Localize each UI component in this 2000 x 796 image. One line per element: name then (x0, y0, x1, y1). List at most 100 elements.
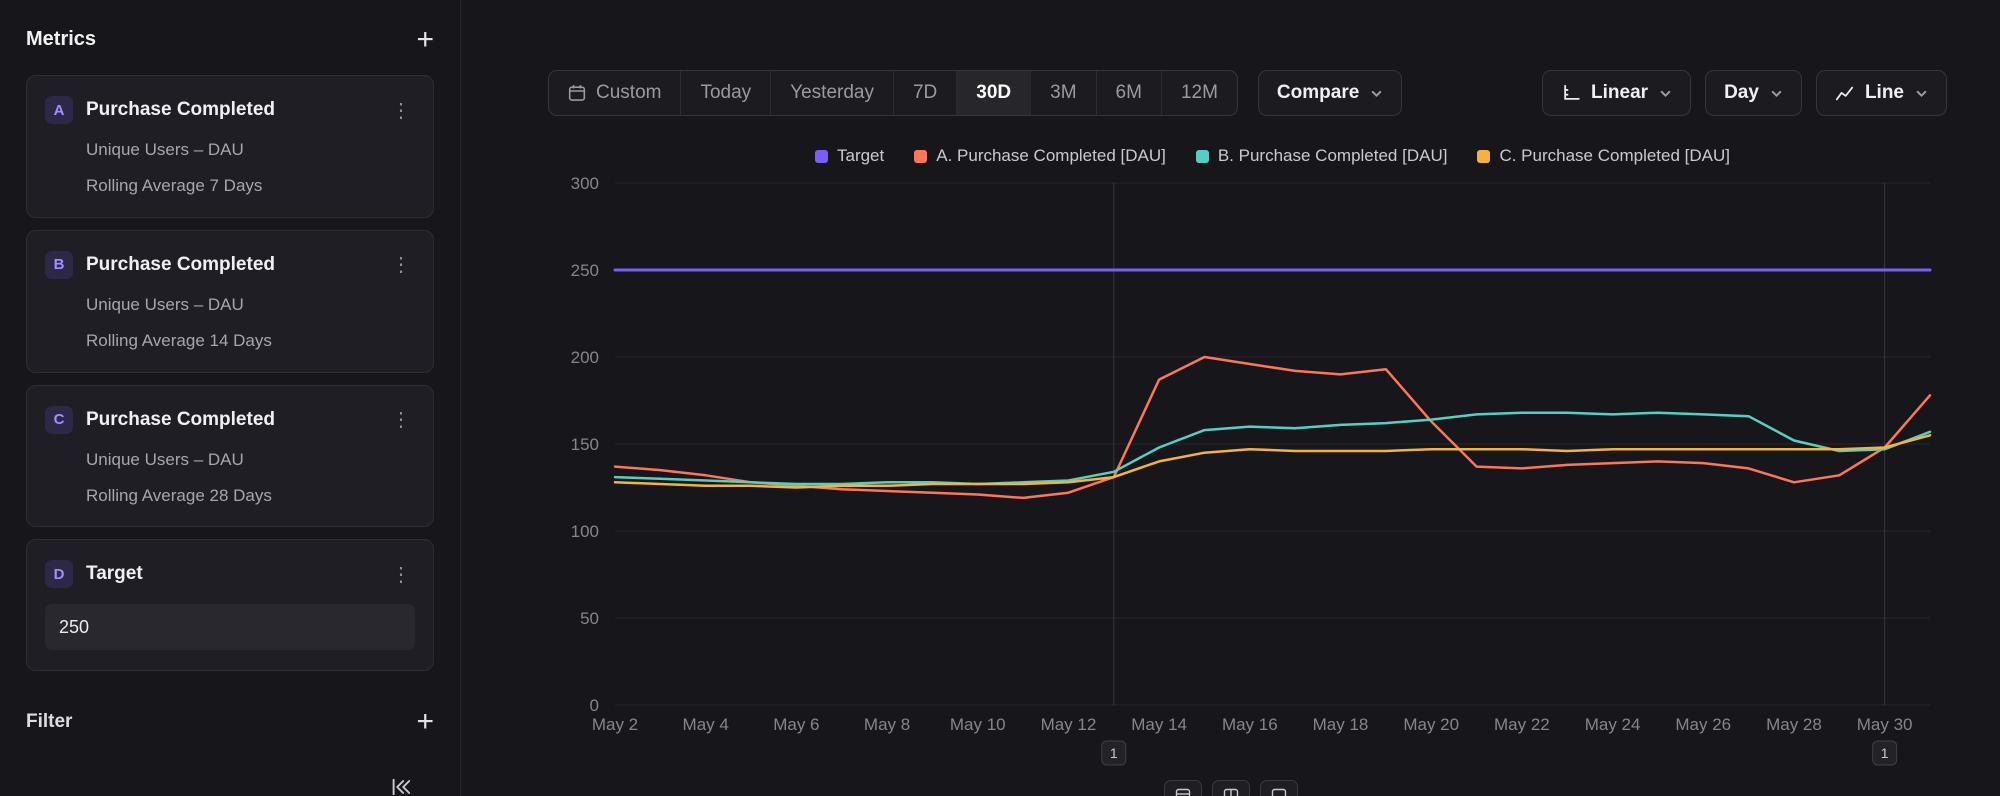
x-tick-label: May 2 (592, 715, 638, 734)
target-card[interactable]: D Target ⋮ (26, 539, 434, 671)
add-filter-button[interactable]: + (416, 711, 434, 733)
y-tick-label: 300 (571, 174, 599, 193)
date-range-yesterday[interactable]: Yesterday (770, 71, 893, 115)
chart-type-button[interactable]: Line (1816, 70, 1947, 116)
metric-title: Purchase Completed (86, 254, 374, 276)
x-tick-label: May 12 (1041, 715, 1097, 734)
legend-item[interactable]: B. Purchase Completed [DAU] (1196, 146, 1448, 166)
date-range-label: 3M (1050, 82, 1076, 104)
date-range-7d[interactable]: 7D (893, 71, 956, 115)
metrics-sidebar: Metrics + A Purchase Completed ⋮ Unique … (0, 0, 461, 796)
metric-options-icon[interactable]: ⋮ (387, 98, 415, 123)
chart-action-button-2[interactable] (1212, 780, 1250, 796)
metric-badge: A (45, 96, 73, 124)
svg-text:1: 1 (1110, 745, 1118, 761)
metric-card-header: B Purchase Completed ⋮ (45, 251, 415, 279)
series-line-c (615, 435, 1930, 487)
date-range-12m[interactable]: 12M (1161, 71, 1237, 115)
date-range-6m[interactable]: 6M (1096, 71, 1161, 115)
y-tick-label: 0 (590, 696, 599, 715)
chevron-down-icon (1770, 87, 1783, 100)
y-tick-label: 50 (580, 609, 599, 628)
legend-swatch-icon (1196, 150, 1209, 163)
metric-transform: Rolling Average 7 Days (45, 176, 415, 196)
legend-label: A. Purchase Completed [DAU] (936, 146, 1166, 166)
date-range-30d[interactable]: 30D (956, 71, 1030, 115)
chevron-down-icon (1659, 87, 1672, 100)
x-tick-label: May 6 (773, 715, 819, 734)
x-tick-label: May 14 (1131, 715, 1187, 734)
filter-section: Filter + (26, 711, 434, 733)
scale-label: Linear (1591, 82, 1648, 104)
date-range-segmented-control: Custom Today Yesterday 7D 30D 3M 6M 12M (548, 70, 1238, 116)
target-value-input[interactable] (45, 604, 415, 650)
legend-swatch-icon (1477, 150, 1490, 163)
metric-card-c[interactable]: C Purchase Completed ⋮ Unique Users – DA… (26, 385, 434, 528)
chevron-down-icon (1370, 87, 1383, 100)
annotation-badge[interactable]: 1 (1873, 741, 1897, 765)
legend-item[interactable]: A. Purchase Completed [DAU] (914, 146, 1166, 166)
chart-type-label: Line (1865, 82, 1904, 104)
chart-legend: Target A. Purchase Completed [DAU] B. Purc… (615, 146, 1930, 166)
metric-measure: Unique Users – DAU (45, 295, 415, 315)
panel-icon (1175, 788, 1191, 796)
date-range-label: 30D (976, 82, 1011, 104)
date-range-label: 12M (1181, 82, 1218, 104)
date-range-label: Custom (596, 82, 661, 104)
metric-card-b[interactable]: B Purchase Completed ⋮ Unique Users – DA… (26, 230, 434, 373)
metric-transform: Rolling Average 14 Days (45, 331, 415, 351)
compare-button[interactable]: Compare (1258, 70, 1402, 116)
metric-card-header: C Purchase Completed ⋮ (45, 406, 415, 434)
chart-action-button-1[interactable] (1164, 780, 1202, 796)
bottom-action-bar (1164, 780, 1298, 796)
scale-button[interactable]: Linear (1542, 70, 1691, 116)
legend-label: B. Purchase Completed [DAU] (1218, 146, 1448, 166)
collapse-sidebar-button[interactable] (390, 775, 414, 796)
date-range-label: 6M (1116, 82, 1142, 104)
legend-item[interactable]: Target (815, 146, 884, 166)
metric-options-icon[interactable]: ⋮ (387, 252, 415, 277)
line-chart-icon (1835, 84, 1854, 103)
metric-transform: Rolling Average 28 Days (45, 486, 415, 506)
sidebar-header: Metrics + (26, 28, 434, 51)
interval-button[interactable]: Day (1705, 70, 1802, 116)
app-window: Metrics + A Purchase Completed ⋮ Unique … (0, 0, 2000, 796)
calendar-icon (568, 84, 586, 102)
x-tick-label: May 22 (1494, 715, 1550, 734)
annotation-badge[interactable]: 1 (1102, 741, 1126, 765)
metric-options-icon[interactable]: ⋮ (387, 407, 415, 432)
metric-card-header: A Purchase Completed ⋮ (45, 96, 415, 124)
date-range-label: Today (700, 82, 751, 104)
chevron-down-icon (1915, 87, 1928, 100)
x-tick-label: May 26 (1675, 715, 1731, 734)
legend-swatch-icon (914, 150, 927, 163)
x-tick-label: May 16 (1222, 715, 1278, 734)
x-tick-label: May 10 (950, 715, 1006, 734)
y-tick-label: 200 (571, 348, 599, 367)
legend-item[interactable]: C. Purchase Completed [DAU] (1477, 146, 1730, 166)
metric-card-a[interactable]: A Purchase Completed ⋮ Unique Users – DA… (26, 75, 434, 218)
x-tick-label: May 28 (1766, 715, 1822, 734)
date-range-3m[interactable]: 3M (1030, 71, 1095, 115)
legend-label: C. Purchase Completed [DAU] (1499, 146, 1730, 166)
svg-text:1: 1 (1881, 745, 1889, 761)
x-tick-label: May 30 (1857, 715, 1913, 734)
metric-card-header: D Target ⋮ (45, 560, 415, 588)
date-range-label: Yesterday (790, 82, 874, 104)
chart-toolbar: Custom Today Yesterday 7D 30D 3M 6M 12M … (548, 70, 1947, 116)
chart-action-button-3[interactable] (1260, 780, 1298, 796)
axis-icon (1561, 84, 1580, 103)
sidebar-title: Metrics (26, 28, 96, 51)
interval-label: Day (1724, 82, 1759, 104)
date-range-custom[interactable]: Custom (549, 71, 680, 115)
metric-options-icon[interactable]: ⋮ (387, 562, 415, 587)
date-range-today[interactable]: Today (680, 71, 770, 115)
metric-measure: Unique Users – DAU (45, 450, 415, 470)
chart-panel: Custom Today Yesterday 7D 30D 3M 6M 12M … (461, 0, 2000, 796)
metric-measure: Unique Users – DAU (45, 140, 415, 160)
metric-badge: B (45, 251, 73, 279)
add-metric-button[interactable]: + (416, 29, 434, 51)
metric-title: Purchase Completed (86, 99, 374, 121)
x-tick-label: May 18 (1313, 715, 1369, 734)
x-tick-label: May 4 (683, 715, 729, 734)
